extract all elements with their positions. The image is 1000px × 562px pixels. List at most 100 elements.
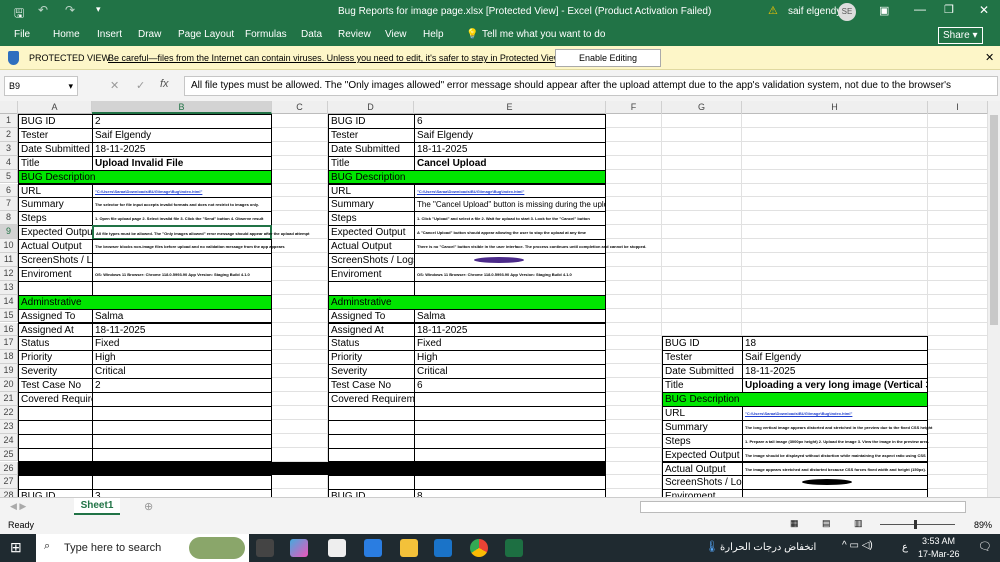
select-all[interactable] bbox=[0, 101, 18, 114]
todo-icon[interactable] bbox=[364, 539, 382, 557]
scroll-thumb[interactable] bbox=[990, 115, 998, 325]
row-header[interactable]: 10 bbox=[0, 239, 18, 253]
field-value[interactable]: A "Cancel Upload" button should appear a… bbox=[414, 225, 606, 241]
column-header-D[interactable]: D bbox=[328, 101, 414, 114]
field-label[interactable]: Date Submitted bbox=[662, 364, 743, 380]
field-value[interactable] bbox=[414, 475, 606, 491]
field-value[interactable] bbox=[92, 433, 272, 449]
tab-data[interactable]: Data bbox=[301, 29, 322, 40]
row-header[interactable]: 23 bbox=[0, 419, 18, 434]
field-label[interactable]: Assigned At bbox=[328, 322, 415, 338]
field-label[interactable]: Enviroment bbox=[18, 266, 93, 282]
row-header[interactable]: 6 bbox=[0, 183, 18, 198]
field-label[interactable]: Expected Output bbox=[18, 225, 93, 241]
field-value[interactable]: 18-11-2025 bbox=[742, 364, 928, 380]
field-value[interactable]: 18-11-2025 bbox=[414, 322, 606, 338]
row-header[interactable]: 21 bbox=[0, 392, 18, 406]
field-label[interactable]: Actual Output bbox=[328, 239, 415, 254]
field-value[interactable]: "C:\Users\Saraa\Downloads\BUG\image\Bug\… bbox=[414, 183, 606, 199]
field-label[interactable]: Summary bbox=[18, 197, 93, 213]
row-header[interactable]: 4 bbox=[0, 155, 18, 170]
field-label[interactable]: Status bbox=[328, 336, 415, 352]
row-header[interactable]: 13 bbox=[0, 280, 18, 295]
row-header[interactable]: 8 bbox=[0, 211, 18, 226]
notification-icon[interactable]: 🗨 bbox=[978, 540, 992, 553]
excel-icon[interactable] bbox=[505, 539, 523, 557]
field-value[interactable]: 6 bbox=[414, 378, 606, 393]
row-header[interactable]: 24 bbox=[0, 433, 18, 448]
field-value[interactable]: 3 bbox=[92, 489, 272, 497]
tab-view[interactable]: View bbox=[385, 29, 407, 40]
field-value[interactable]: Fixed bbox=[92, 336, 272, 352]
field-label[interactable]: BUG ID bbox=[662, 336, 743, 352]
field-value[interactable]: 8 bbox=[414, 489, 606, 497]
tab-formulas[interactable]: Formulas bbox=[245, 29, 287, 40]
field-label[interactable]: URL bbox=[18, 183, 93, 199]
field-label[interactable]: Tester bbox=[328, 127, 415, 143]
field-label[interactable]: Actual Output bbox=[662, 461, 743, 477]
formula-input[interactable]: All file types must be allowed. The "Onl… bbox=[184, 76, 998, 96]
field-value[interactable] bbox=[414, 405, 606, 421]
field-label[interactable]: Tester bbox=[18, 127, 93, 143]
field-value[interactable]: Cancel Upload bbox=[414, 155, 606, 171]
row-header[interactable]: 14 bbox=[0, 294, 18, 309]
field-value[interactable] bbox=[92, 447, 272, 463]
field-label[interactable]: Expected Output bbox=[662, 447, 743, 463]
field-label[interactable]: Covered Requiremnts bbox=[18, 392, 93, 407]
section-header[interactable]: BUG Description bbox=[662, 392, 928, 407]
tell-me-input[interactable]: Tell me what you want to do bbox=[482, 29, 605, 40]
field-label[interactable]: Priority bbox=[328, 350, 415, 366]
row-header[interactable]: 12 bbox=[0, 266, 18, 281]
zoom-slider-thumb[interactable] bbox=[914, 520, 917, 529]
field-value[interactable] bbox=[414, 419, 606, 435]
copilot-icon[interactable] bbox=[290, 539, 308, 557]
field-label[interactable] bbox=[328, 433, 415, 449]
field-value[interactable]: "C:\Users\Saraa\Downloads\BUG\image\Bug\… bbox=[742, 405, 928, 421]
field-value[interactable]: Critical bbox=[414, 364, 606, 380]
field-value[interactable]: The browser blocks non-image files befor… bbox=[92, 239, 285, 254]
weather-text[interactable]: انخفاض درجات الحرارة bbox=[720, 542, 816, 553]
field-value[interactable] bbox=[414, 447, 606, 463]
field-label[interactable]: Expected Output bbox=[328, 225, 415, 241]
language-indicator[interactable]: ع bbox=[902, 542, 908, 553]
sheet-tab-sheet1[interactable]: Sheet1 bbox=[74, 498, 120, 515]
tab-home[interactable]: Home bbox=[53, 29, 80, 40]
tab-insert[interactable]: Insert bbox=[97, 29, 122, 40]
row-header[interactable]: 5 bbox=[0, 169, 18, 184]
task-view-icon[interactable] bbox=[256, 539, 274, 557]
column-header-C[interactable]: C bbox=[272, 101, 328, 114]
protected-view-message[interactable]: Be careful—files from the Internet can c… bbox=[108, 53, 562, 63]
field-value[interactable]: 18-11-2025 bbox=[414, 141, 606, 157]
field-value[interactable]: 1. Prepare a tall image (3000px height) … bbox=[742, 433, 929, 449]
column-header-H[interactable]: H bbox=[742, 101, 928, 114]
sheet-nav-icon[interactable]: ◀ ▶ bbox=[10, 501, 26, 512]
field-value[interactable] bbox=[92, 280, 272, 296]
column-header-F[interactable]: F bbox=[606, 101, 662, 114]
field-label[interactable]: Assigned To bbox=[18, 308, 93, 324]
field-value[interactable]: 2 bbox=[92, 114, 272, 129]
field-label[interactable]: BUG ID bbox=[328, 114, 415, 129]
field-label[interactable]: ScreenShots / Logs bbox=[662, 475, 743, 491]
row-header[interactable]: 16 bbox=[0, 322, 18, 337]
field-label[interactable]: Summary bbox=[662, 419, 743, 435]
add-sheet-icon[interactable]: ⊕ bbox=[144, 500, 153, 513]
column-header-B[interactable]: B bbox=[92, 101, 272, 114]
field-value[interactable]: OS: Windows 11 Browser: Chrome 118.0.599… bbox=[414, 266, 606, 282]
field-value[interactable]: Saif Elgendy bbox=[742, 350, 928, 366]
field-value[interactable]: 2 bbox=[92, 378, 272, 393]
row-header[interactable]: 22 bbox=[0, 405, 18, 420]
field-label[interactable]: Priority bbox=[18, 350, 93, 366]
field-value[interactable] bbox=[92, 405, 272, 421]
row-header[interactable]: 2 bbox=[0, 127, 18, 142]
field-value[interactable]: 18-11-2025 bbox=[92, 141, 272, 157]
row-header[interactable]: 18 bbox=[0, 350, 18, 365]
field-label[interactable]: Date Submitted bbox=[328, 141, 415, 157]
field-label[interactable]: Enviroment bbox=[328, 266, 415, 282]
field-label[interactable] bbox=[328, 405, 415, 421]
field-label[interactable] bbox=[18, 280, 93, 296]
enable-editing-button[interactable]: Enable Editing bbox=[555, 49, 661, 67]
field-label[interactable]: Steps bbox=[18, 211, 93, 227]
field-value[interactable]: 1. Click "Upload" and select a file 2. W… bbox=[414, 211, 606, 227]
field-label[interactable]: URL bbox=[328, 183, 415, 199]
field-value[interactable]: 18 bbox=[742, 336, 928, 352]
